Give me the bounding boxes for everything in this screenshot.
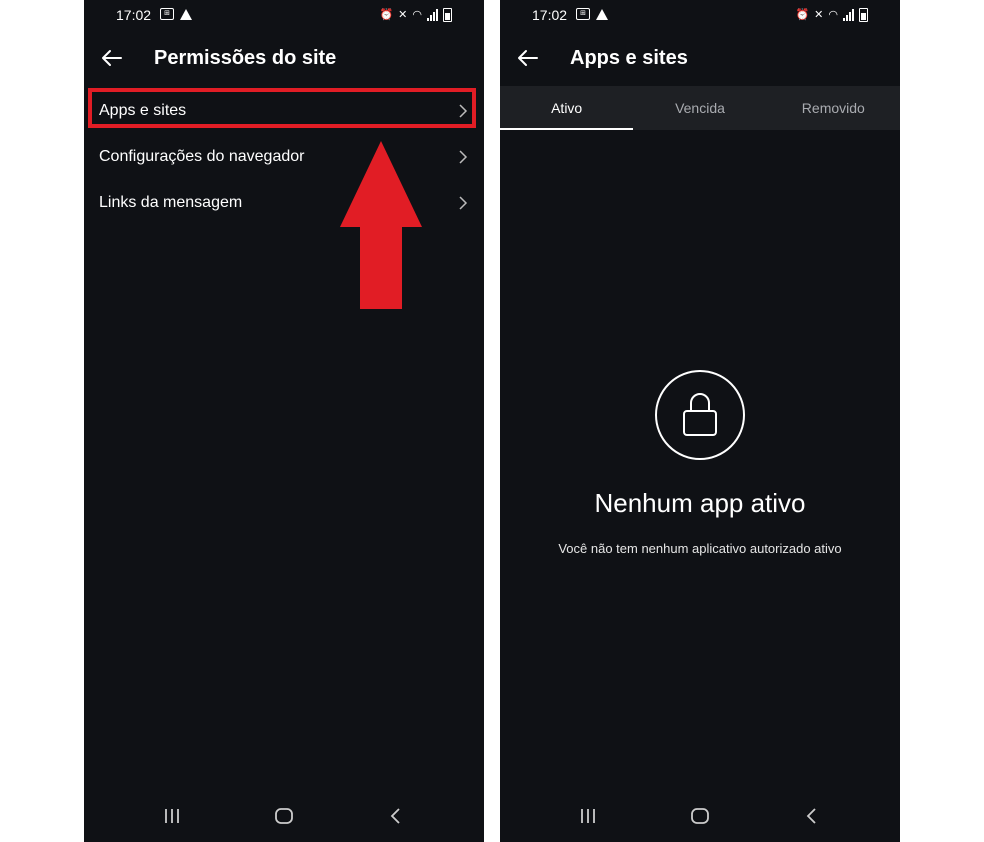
status-time: 17:02 [532, 7, 568, 23]
red-up-arrow-icon [340, 141, 422, 309]
menu-item-label: Links da mensagem [99, 194, 243, 211]
wifi-icon: ◠ [412, 9, 422, 21]
home-icon[interactable] [688, 804, 712, 828]
chevron-right-icon [458, 149, 468, 165]
signal-icon [843, 9, 854, 21]
alarm-icon: ⏰ [795, 9, 810, 21]
mute-icon: ✕ [398, 9, 408, 21]
recents-icon[interactable] [576, 804, 600, 828]
empty-state: Nenhum app ativo Você não tem nenhum apl… [500, 370, 900, 556]
tab-active[interactable]: Ativo [500, 86, 634, 130]
lock-icon [655, 370, 745, 460]
page-title: Apps e sites [570, 47, 688, 69]
notification-box-icon: ⊞ [160, 8, 174, 20]
empty-state-subtitle: Você não tem nenhum aplicativo autorizad… [558, 541, 842, 556]
top-bar: Permissões do site [84, 36, 484, 82]
back-arrow-icon[interactable] [516, 46, 540, 70]
phone-screen-site-permissions: 17:02 ⊞ ⏰ ✕ ◠ Permissões do site Apps e … [84, 0, 484, 842]
menu-item-message-links[interactable]: Links da mensagem [84, 180, 484, 226]
home-icon[interactable] [272, 804, 296, 828]
status-bar: 17:02 ⊞ ⏰ ✕ ◠ [84, 0, 484, 32]
status-notification-icons: ⊞ [160, 8, 192, 20]
chevron-right-icon [458, 103, 468, 119]
notification-box-icon: ⊞ [576, 8, 590, 20]
battery-icon [443, 8, 452, 22]
system-navigation-bar [84, 804, 484, 828]
menu-item-browser-settings[interactable]: Configurações do navegador [84, 134, 484, 180]
empty-state-title: Nenhum app ativo [594, 488, 806, 518]
back-chevron-icon[interactable] [384, 804, 408, 828]
status-bar: 17:02 ⊞ ⏰ ✕ ◠ [500, 0, 900, 32]
signal-icon [427, 9, 438, 21]
top-bar: Apps e sites [500, 36, 900, 82]
recents-icon[interactable] [160, 804, 184, 828]
page-title: Permissões do site [154, 47, 337, 69]
back-chevron-icon[interactable] [800, 804, 824, 828]
battery-icon [859, 8, 868, 22]
status-time: 17:02 [116, 7, 152, 23]
wifi-icon: ◠ [828, 9, 838, 21]
mute-icon: ✕ [814, 9, 824, 21]
status-system-icons: ⏰ ✕ ◠ [795, 8, 868, 22]
settings-menu-list: Apps e sites Configurações do navegador … [84, 88, 484, 226]
phone-screen-apps-and-sites: 17:02 ⊞ ⏰ ✕ ◠ Apps e sites Ativo Vencida… [500, 0, 900, 842]
status-notification-icons: ⊞ [576, 8, 608, 20]
back-arrow-icon[interactable] [100, 46, 124, 70]
menu-item-label: Apps e sites [99, 102, 187, 119]
menu-item-apps-and-sites[interactable]: Apps e sites [84, 88, 484, 134]
status-system-icons: ⏰ ✕ ◠ [379, 8, 452, 22]
system-navigation-bar [500, 804, 900, 828]
menu-item-label: Configurações do navegador [99, 148, 305, 165]
alarm-icon: ⏰ [379, 9, 394, 21]
warning-icon [596, 8, 608, 20]
tab-expired[interactable]: Vencida [633, 86, 766, 130]
tab-bar: Ativo Vencida Removido [500, 86, 900, 130]
warning-icon [180, 8, 192, 20]
chevron-right-icon [458, 195, 468, 211]
tab-removed[interactable]: Removido [767, 86, 900, 130]
